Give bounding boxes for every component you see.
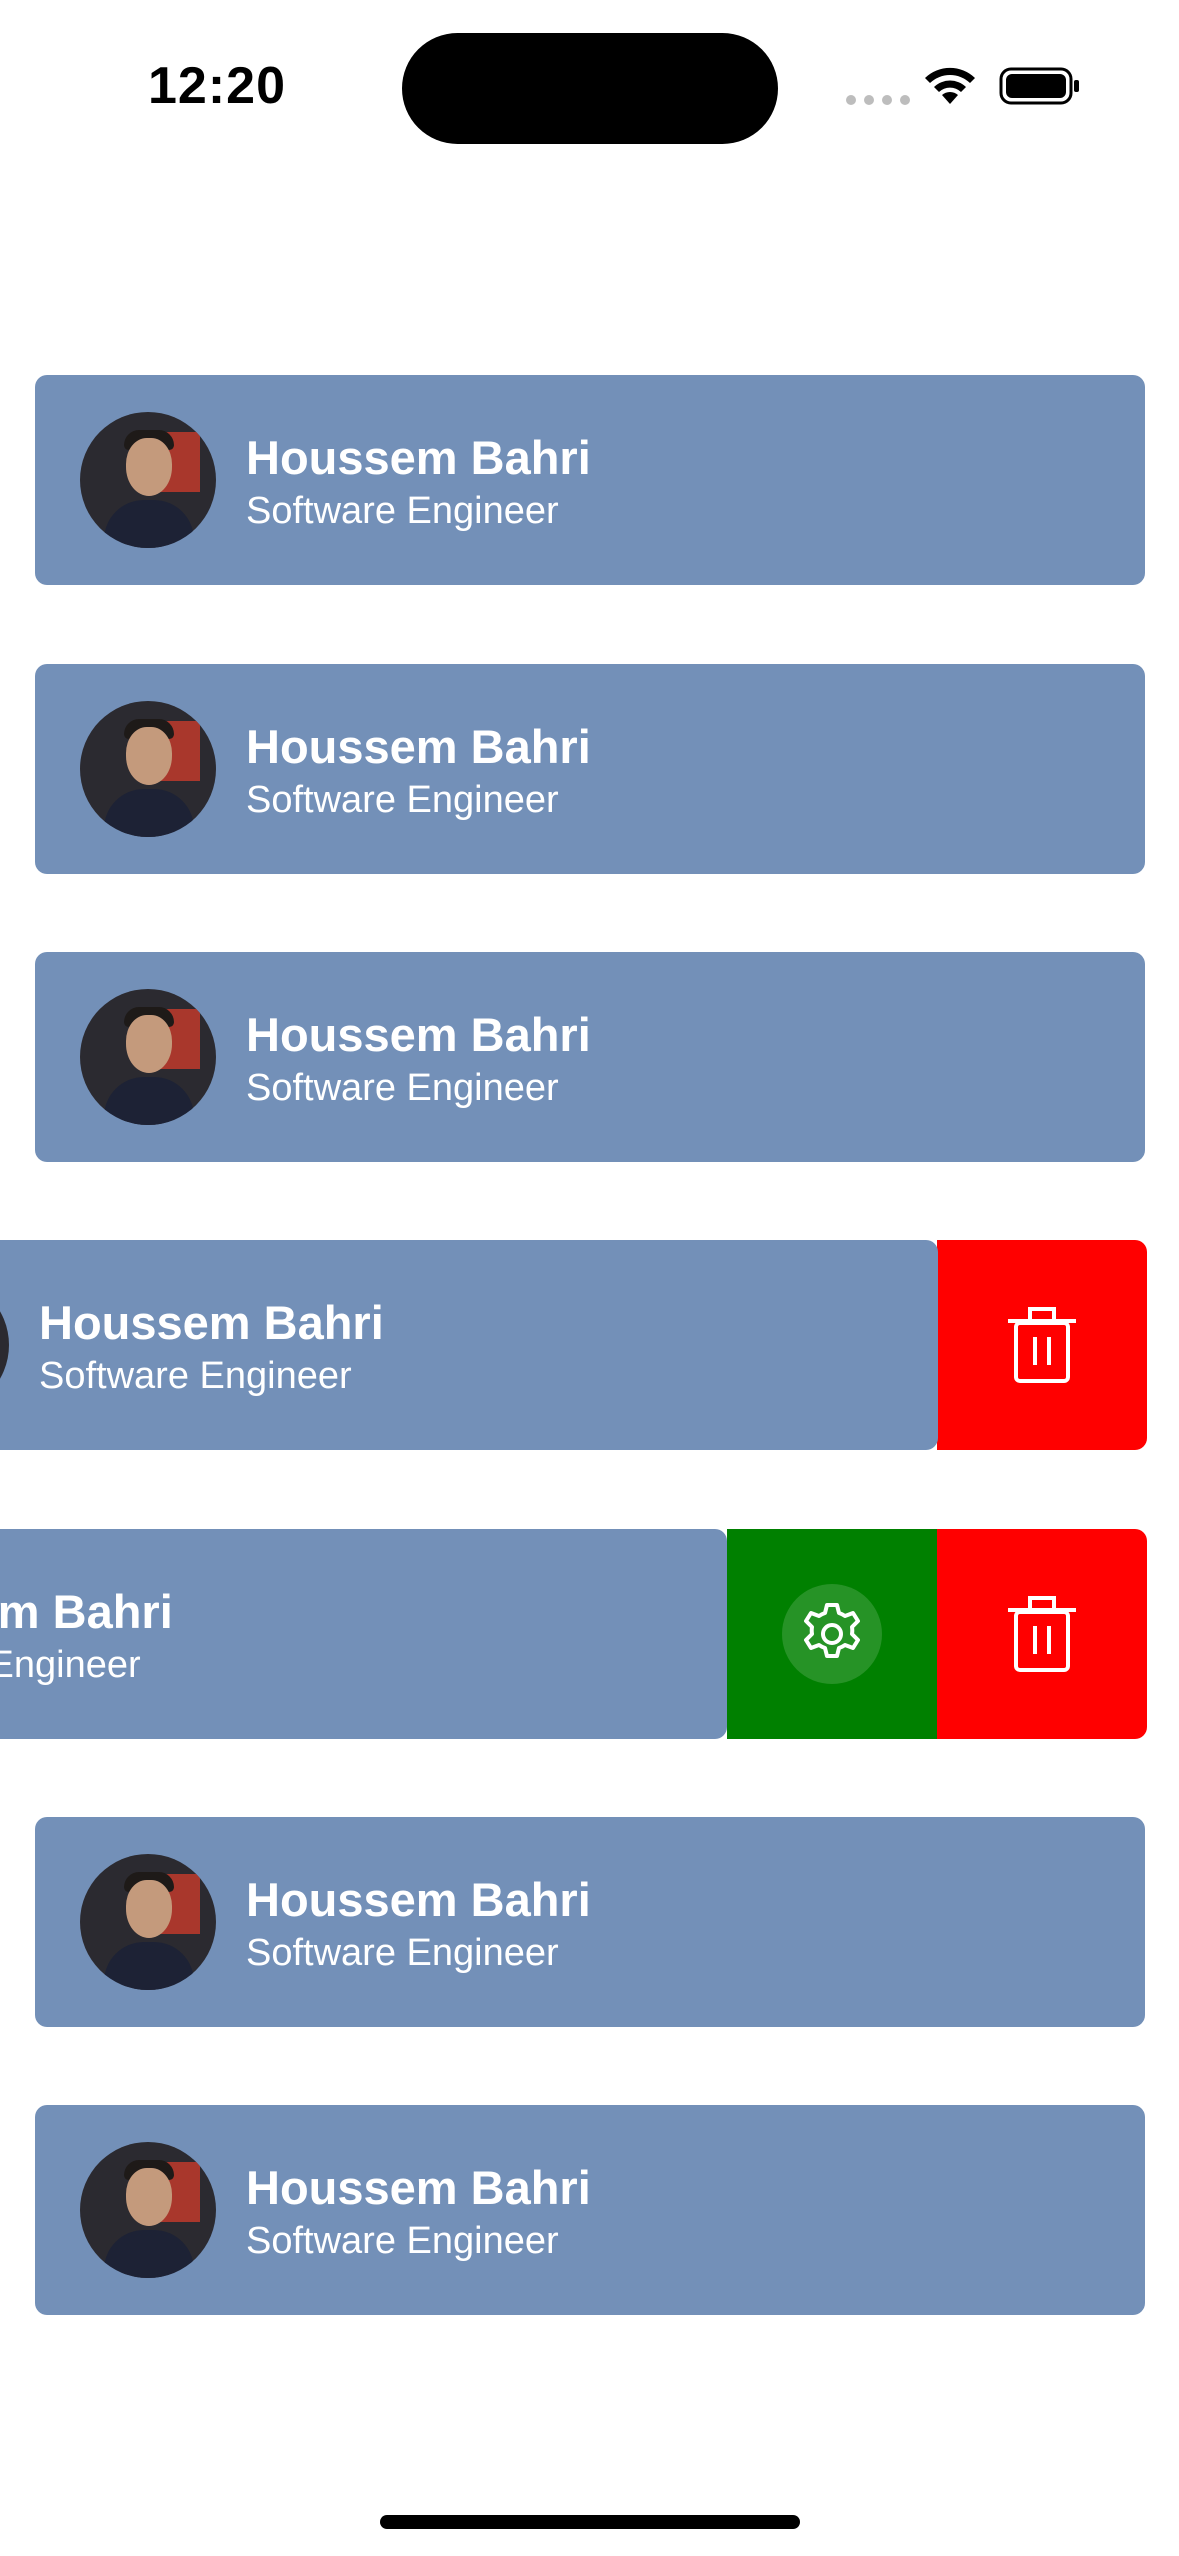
list-item[interactable]: Houssem Bahri Software Engineer — [0, 1817, 1179, 2027]
contact-title: Software Engineer — [246, 2220, 559, 2262]
trash-icon — [1008, 1596, 1076, 1672]
contact-card[interactable]: Houssem Bahri Software Engineer — [35, 2105, 1145, 2315]
avatar — [80, 1854, 216, 1990]
contact-name: Houssem Bahri — [246, 720, 591, 773]
list-item[interactable]: Houssem Bahri Software Engineer — [0, 2105, 1179, 2315]
contact-card[interactable]: Houssem Bahri Software Engineer — [0, 1240, 938, 1450]
list-item-swiped[interactable]: Houssem Bahri Software Engineer — [0, 1240, 1179, 1450]
contact-title: Software Engineer — [246, 779, 559, 821]
dynamic-island — [402, 33, 778, 144]
contact-name: Houssem Bahri — [246, 2161, 591, 2214]
battery-icon — [999, 67, 1079, 105]
list-item[interactable]: Houssem Bahri Software Engineer — [0, 664, 1179, 874]
list-item[interactable]: Houssem Bahri Software Engineer — [0, 952, 1179, 1162]
screen: 12:20 Houssem Bahri Software Engineer Ho… — [0, 0, 1179, 2556]
avatar — [0, 1277, 9, 1413]
contact-card[interactable]: Houssem Bahri Software Engineer — [35, 375, 1145, 585]
contact-name: Houssem Bahri — [39, 1296, 384, 1349]
contact-title: Software Engineer — [246, 1067, 559, 1109]
wifi-icon — [925, 67, 975, 104]
contact-title: Software Engineer — [0, 1644, 141, 1686]
contact-name: Houssem Bahri — [246, 1873, 591, 1926]
contact-title: Software Engineer — [246, 490, 559, 532]
contact-card[interactable]: Houssem Bahri Software Engineer — [35, 664, 1145, 874]
contact-name: Houssem Bahri — [0, 1585, 173, 1638]
avatar — [80, 2142, 216, 2278]
avatar — [80, 989, 216, 1125]
trash-icon — [1008, 1307, 1076, 1383]
list-item-swiped[interactable]: Houssem Bahri Software Engineer — [0, 1529, 1179, 1739]
contact-card[interactable]: Houssem Bahri Software Engineer — [0, 1529, 727, 1739]
gear-icon — [804, 1603, 860, 1658]
avatar — [80, 701, 216, 837]
cellular-signal-icon — [846, 95, 910, 105]
contact-name: Houssem Bahri — [246, 431, 591, 484]
contact-name: Houssem Bahri — [246, 1008, 591, 1061]
contact-card[interactable]: Houssem Bahri Software Engineer — [35, 1817, 1145, 2027]
list-item[interactable]: Houssem Bahri Software Engineer — [0, 375, 1179, 585]
delete-action-button[interactable] — [937, 1240, 1147, 1450]
avatar — [80, 412, 216, 548]
delete-action-button[interactable] — [937, 1529, 1147, 1739]
contact-card[interactable]: Houssem Bahri Software Engineer — [35, 952, 1145, 1162]
contact-title: Software Engineer — [246, 1932, 559, 1974]
contact-title: Software Engineer — [39, 1355, 352, 1397]
status-time: 12:20 — [148, 57, 286, 115]
home-indicator[interactable] — [380, 2515, 800, 2529]
settings-action-button[interactable] — [727, 1529, 937, 1739]
